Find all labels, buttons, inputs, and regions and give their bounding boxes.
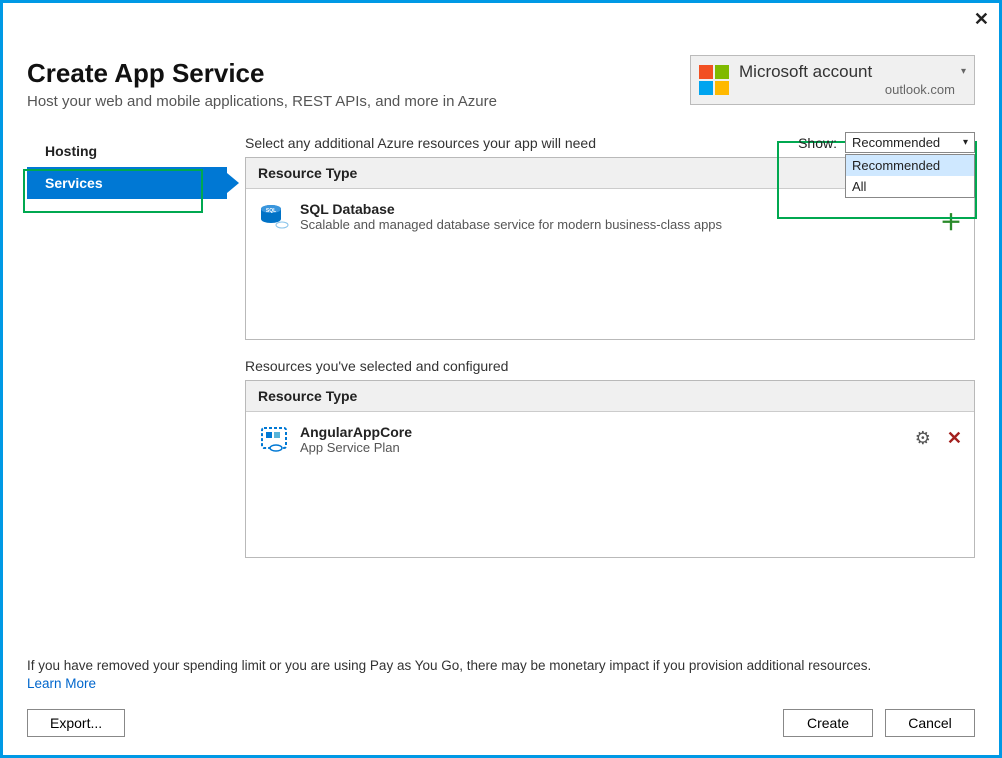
account-text: Microsoft account outlook.com [739,63,955,97]
sidebar: Hosting Services [27,120,227,576]
resource-row-sql-database[interactable]: SQL SQL Database Scalable and managed da… [258,197,962,241]
account-name: Microsoft account [739,63,955,82]
show-label: Show: [798,132,837,151]
row-actions: ＋ [940,201,962,237]
selected-resources-list: AngularAppCore App Service Plan ⚙ ✕ [246,412,974,557]
show-option-recommended[interactable]: Recommended [846,155,974,176]
selected-resources-panel: Resource Type AngularAppCore App Service… [245,380,975,558]
sidebar-item-hosting[interactable]: Hosting [27,135,227,167]
svg-text:SQL: SQL [266,208,276,214]
dialog-header: Create App Service Host your web and mob… [3,3,999,120]
microsoft-logo-icon [699,65,729,95]
resource-desc: App Service Plan [300,440,915,455]
learn-more-link[interactable]: Learn More [27,676,96,691]
chevron-down-icon: ▾ [963,137,968,148]
resource-title: AngularAppCore [300,424,915,440]
button-row: Export... Create Cancel [27,709,975,737]
chevron-down-icon: ▾ [961,66,966,77]
show-dropdown[interactable]: Recommended ▾ Recommended All [845,132,975,153]
selected-resources-label: Resources you've selected and configured [245,358,975,374]
show-filter: Show: Recommended ▾ Recommended All [798,132,975,153]
available-resources-list: SQL SQL Database Scalable and managed da… [246,189,974,339]
gear-icon[interactable]: ⚙ [915,428,931,449]
show-dropdown-selected[interactable]: Recommended ▾ [846,133,974,152]
resource-row-app-service-plan[interactable]: AngularAppCore App Service Plan ⚙ ✕ [258,420,962,460]
remove-icon[interactable]: ✕ [947,428,962,449]
cancel-button[interactable]: Cancel [885,709,975,737]
dialog-body: Hosting Services Show: Recommended ▾ Rec… [3,120,999,576]
footer-note: If you have removed your spending limit … [27,658,975,673]
show-dropdown-value: Recommended [852,135,940,150]
add-icon[interactable]: ＋ [940,205,962,237]
account-email: outlook.com [739,82,955,97]
sidebar-item-services[interactable]: Services [27,167,227,199]
create-app-service-dialog: ✕ Create App Service Host your web and m… [0,0,1002,758]
show-option-all[interactable]: All [846,176,974,197]
create-button[interactable]: Create [783,709,873,737]
dialog-footer: If you have removed your spending limit … [3,658,999,755]
main-content: Show: Recommended ▾ Recommended All Sele… [227,120,975,576]
account-selector[interactable]: Microsoft account outlook.com ▾ [690,55,975,105]
resource-text: SQL Database Scalable and managed databa… [300,201,940,232]
resource-desc: Scalable and managed database service fo… [300,217,940,232]
row-actions: ⚙ ✕ [915,424,962,449]
resource-title: SQL Database [300,201,940,217]
app-service-plan-icon [258,424,290,456]
sql-database-icon: SQL [258,201,290,233]
show-dropdown-list: Recommended All [845,154,975,198]
resource-text: AngularAppCore App Service Plan [300,424,915,455]
panel-header: Resource Type [246,381,974,412]
export-button[interactable]: Export... [27,709,125,737]
